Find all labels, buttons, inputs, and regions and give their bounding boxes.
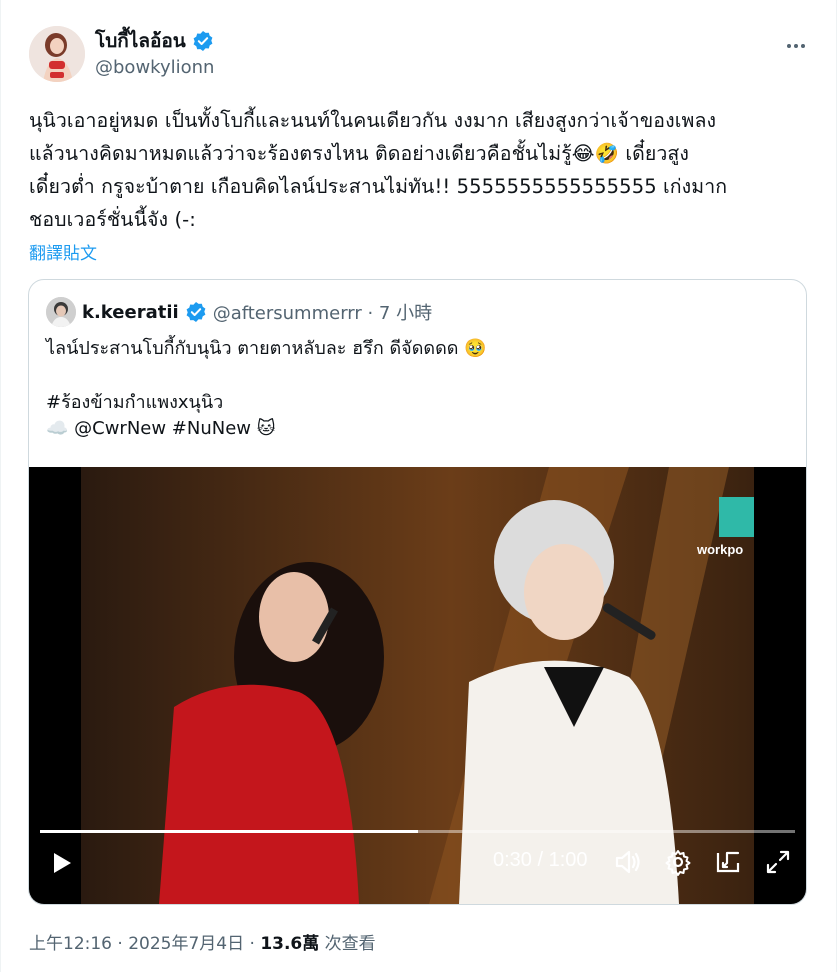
quoted-post[interactable]: k.keeratii @aftersummerrr · 7 小時 ไลน์ประ…: [28, 279, 807, 905]
author-avatar[interactable]: [29, 26, 85, 82]
post-text-line: แล้วนางคิดมาหมดแล้วว่าจะร้องตรงไหน ติดอย…: [29, 142, 690, 165]
more-options-icon[interactable]: [782, 32, 810, 60]
quoted-post-header: k.keeratii @aftersummerrr · 7 小時: [46, 297, 432, 327]
video-progress-bar[interactable]: [40, 830, 795, 833]
verified-badge-icon: [185, 301, 207, 323]
quoted-hashtag[interactable]: #ร้องข้ามกำแพงxนุนิว: [46, 390, 487, 416]
quoted-text-line: ไลน์ประสานโบกี้กับนุนิว ตายตาหลับละ ฮรึก…: [46, 338, 487, 359]
video-player[interactable]: workpo 0:30 / 1:00: [29, 467, 806, 904]
author-names: โบกี้ไลอ้อน @bowkylionn: [95, 28, 214, 81]
post-text-line: ชอบเวอร์ชั่นนี้จัง (-:: [29, 208, 196, 231]
video-frame: workpo: [81, 467, 754, 904]
post-header: โบกี้ไลอ้อน @bowkylionn: [29, 26, 812, 84]
post-text-line: นุนิวเอาอยู่หมด เป็นทั้งโบกี้และนนท์ในคน…: [29, 109, 717, 132]
video-progress-fill: [40, 830, 418, 833]
author-display-name[interactable]: โบกี้ไลอ้อน: [95, 28, 186, 54]
translate-post-link[interactable]: 翻譯貼文: [29, 239, 97, 264]
volume-icon[interactable]: [613, 847, 643, 877]
quoted-post-text: ไลน์ประสานโบกี้กับนุนิว ตายตาหลับละ ฮรึก…: [46, 336, 487, 442]
views-count: 13.6萬: [260, 934, 320, 954]
display-name-row: โบกี้ไลอ้อน: [95, 28, 214, 54]
post-text: นุนิวเอาอยู่หมด เป็นทั้งโบกี้และนนท์ในคน…: [29, 104, 813, 236]
settings-gear-icon[interactable]: [663, 847, 693, 877]
post-card: โบกี้ไลอ้อน @bowkylionn นุนิวเอาอยู่หมด …: [0, 0, 837, 972]
quoted-author-name: k.keeratii: [82, 301, 179, 323]
post-text-line: เดี๋ยวต่ำ กรูจะบ้าตาย เกือบคิดไลน์ประสาน…: [29, 175, 728, 198]
video-time-label: 0:30 / 1:00: [493, 849, 588, 871]
post-timestamp[interactable]: 上午12:16 · 2025年7月4日 ·: [29, 934, 260, 954]
post-metadata: 上午12:16 · 2025年7月4日 · 13.6萬 次查看: [29, 929, 376, 954]
video-brand-text: workpo: [696, 542, 743, 557]
quoted-author-handle-time: @aftersummerrr · 7 小時: [212, 303, 433, 324]
play-icon[interactable]: [49, 850, 75, 876]
verified-badge-icon: [192, 30, 214, 52]
dock-player-icon[interactable]: [713, 847, 743, 877]
quoted-mentions[interactable]: ☁️ @CwrNew #NuNew 🐱: [46, 416, 487, 442]
author-handle[interactable]: @bowkylionn: [95, 55, 214, 81]
views-label: 次查看: [319, 934, 376, 954]
quoted-author-avatar: [46, 297, 76, 327]
fullscreen-icon[interactable]: [763, 847, 793, 877]
